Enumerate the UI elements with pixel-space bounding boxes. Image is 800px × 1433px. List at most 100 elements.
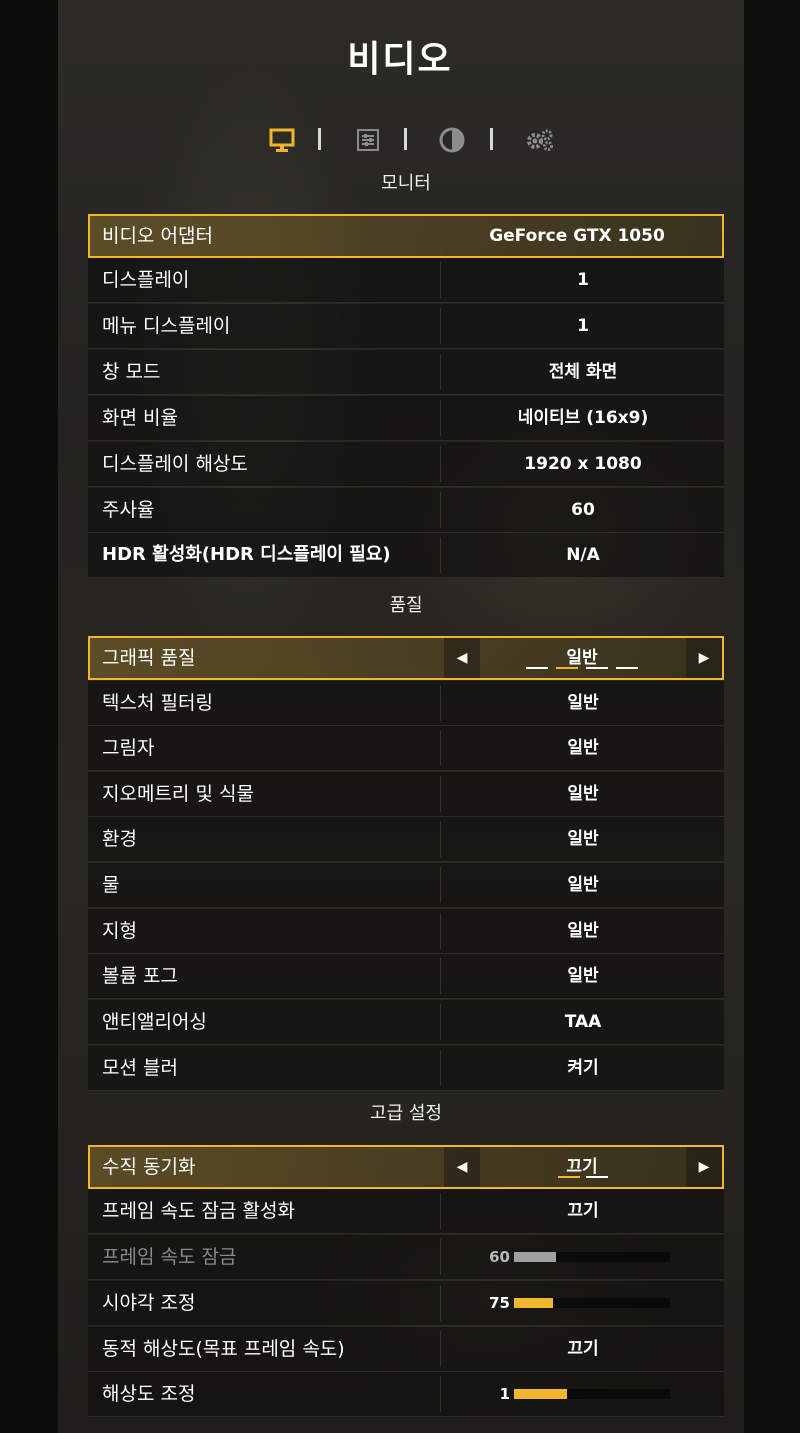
row-divider: [440, 1331, 441, 1367]
setting-label: 텍스처 필터링: [102, 692, 213, 714]
setting-value: TAA: [564, 1012, 602, 1032]
row-divider: [440, 354, 441, 390]
slider-value: 75: [489, 1294, 510, 1312]
setting-row-shadows[interactable]: 그림자 일반: [88, 726, 724, 771]
setting-value: 일반: [567, 829, 599, 849]
row-divider: [440, 1285, 441, 1321]
background-left-edge: [0, 0, 58, 1433]
setting-label: 지오메트리 및 식물: [102, 783, 254, 805]
setting-row-refresh-rate[interactable]: 주사율 60: [88, 488, 724, 533]
slider-value: 1: [499, 1385, 510, 1403]
slider-fill: [514, 1252, 556, 1262]
arrow-right-icon: ▶: [698, 650, 710, 666]
setting-row-frame-rate-lock-enable[interactable]: 프레임 속도 잠금 활성화 끄기: [88, 1189, 724, 1234]
setting-row-fov[interactable]: 시야각 조정 75: [88, 1281, 724, 1326]
row-divider: [440, 913, 441, 949]
setting-label: 물: [102, 874, 120, 896]
row-divider: [440, 537, 441, 573]
setting-row-volumetric-fog[interactable]: 볼륨 포그 일반: [88, 954, 724, 999]
setting-row-geometry-vegetation[interactable]: 지오메트리 및 식물 일반: [88, 772, 724, 817]
setting-row-vsync[interactable]: 수직 동기화 ◀ 끄기 ▶: [88, 1145, 724, 1189]
setting-value: 60: [571, 500, 595, 520]
setting-row-dynamic-resolution[interactable]: 동적 해상도(목표 프레임 속도) 끄기: [88, 1327, 724, 1372]
setting-row-frame-rate-lock[interactable]: 프레임 속도 잠금 60: [88, 1235, 724, 1280]
setting-row-water[interactable]: 물 일반: [88, 863, 724, 908]
section-header-quality: 품질: [389, 595, 423, 616]
setting-row-display-resolution[interactable]: 디스플레이 해상도 1920 x 1080: [88, 442, 724, 487]
background-right-edge: [744, 0, 800, 1433]
setting-value: 일반: [567, 966, 599, 986]
setting-value-text: 일반: [566, 648, 598, 668]
contrast-icon: [439, 127, 465, 153]
tab-monitor[interactable]: [266, 124, 298, 156]
setting-label: 수직 동기화: [102, 1156, 196, 1178]
arrow-left-icon: ◀: [456, 1159, 468, 1175]
row-divider: [440, 400, 441, 436]
row-divider: [440, 1050, 441, 1086]
tab-system[interactable]: [522, 124, 558, 156]
slider-fill: [514, 1298, 553, 1308]
setting-row-aspect-ratio[interactable]: 화면 비율 네이티브 (16x9): [88, 396, 724, 441]
prev-option-button[interactable]: ◀: [444, 638, 480, 678]
setting-label: 시야각 조정: [102, 1292, 196, 1314]
setting-row-video-adapter[interactable]: 비디오 어댑터 GeForce GTX 1050: [88, 214, 724, 258]
setting-value: 끄기: [567, 1201, 599, 1221]
setting-value: 켜기: [567, 1058, 599, 1078]
setting-value: 끄기: [482, 1147, 682, 1187]
fov-slider[interactable]: [514, 1298, 670, 1308]
slider-value: 60: [489, 1248, 510, 1266]
option-indicator: [526, 667, 548, 669]
monitor-icon: [269, 128, 295, 152]
setting-value: 일반: [567, 921, 599, 941]
row-divider: [440, 1239, 441, 1275]
row-divider: [440, 685, 441, 721]
frame-rate-lock-slider[interactable]: [514, 1252, 670, 1262]
tab-separator: [490, 128, 493, 150]
setting-row-motion-blur[interactable]: 모션 블러 켜기: [88, 1046, 724, 1091]
tab-brightness[interactable]: [436, 124, 468, 156]
resolution-scale-slider[interactable]: [514, 1389, 670, 1399]
option-indicator: [586, 667, 608, 669]
row-divider: [440, 446, 441, 482]
tab-advanced-settings[interactable]: [352, 124, 384, 156]
next-option-button[interactable]: ▶: [686, 1147, 722, 1187]
setting-row-antialiasing[interactable]: 앤티앨리어싱 TAA: [88, 1000, 724, 1045]
setting-row-resolution-scale[interactable]: 해상도 조정 1: [88, 1372, 724, 1417]
row-divider: [440, 1004, 441, 1040]
row-divider: [440, 776, 441, 812]
slider-fill: [514, 1389, 567, 1399]
setting-value: 1: [577, 270, 589, 290]
setting-value: 1920 x 1080: [524, 454, 642, 474]
setting-row-hdr[interactable]: HDR 활성화(HDR 디스플레이 필요) N/A: [88, 533, 724, 578]
row-divider: [440, 958, 441, 994]
row-divider: [440, 1376, 441, 1412]
setting-value: 일반: [567, 875, 599, 895]
option-indicator: [616, 667, 638, 669]
setting-label: 해상도 조정: [102, 1383, 196, 1405]
setting-row-environment[interactable]: 환경 일반: [88, 817, 724, 862]
setting-value: N/A: [566, 545, 600, 565]
row-divider: [440, 821, 441, 857]
setting-label: 프레임 속도 잠금: [102, 1246, 237, 1268]
next-option-button[interactable]: ▶: [686, 638, 722, 678]
page-title: 비디오: [347, 39, 453, 80]
setting-label: 주사율: [102, 499, 155, 521]
setting-row-texture-filtering[interactable]: 텍스처 필터링 일반: [88, 681, 724, 726]
setting-value: 1: [577, 316, 589, 336]
setting-row-display[interactable]: 디스플레이 1: [88, 258, 724, 303]
prev-option-button[interactable]: ◀: [444, 1147, 480, 1187]
row-divider: [440, 867, 441, 903]
settings-tabs: [262, 124, 562, 156]
setting-row-terrain[interactable]: 지형 일반: [88, 909, 724, 954]
setting-value: 일반: [567, 784, 599, 804]
setting-value: 끄기: [567, 1339, 599, 1359]
setting-row-menu-display[interactable]: 메뉴 디스플레이 1: [88, 304, 724, 349]
setting-label: 환경: [102, 828, 137, 850]
setting-value: GeForce GTX 1050: [489, 226, 665, 246]
setting-row-window-mode[interactable]: 창 모드 전체 화면: [88, 350, 724, 395]
setting-label: 비디오 어댑터: [102, 225, 213, 247]
setting-label: 지형: [102, 920, 137, 942]
setting-value: 네이티브 (16x9): [517, 408, 649, 428]
setting-row-graphics-quality[interactable]: 그래픽 품질 ◀ 일반 ▶: [88, 636, 724, 680]
setting-label: 동적 해상도(목표 프레임 속도): [102, 1338, 345, 1360]
